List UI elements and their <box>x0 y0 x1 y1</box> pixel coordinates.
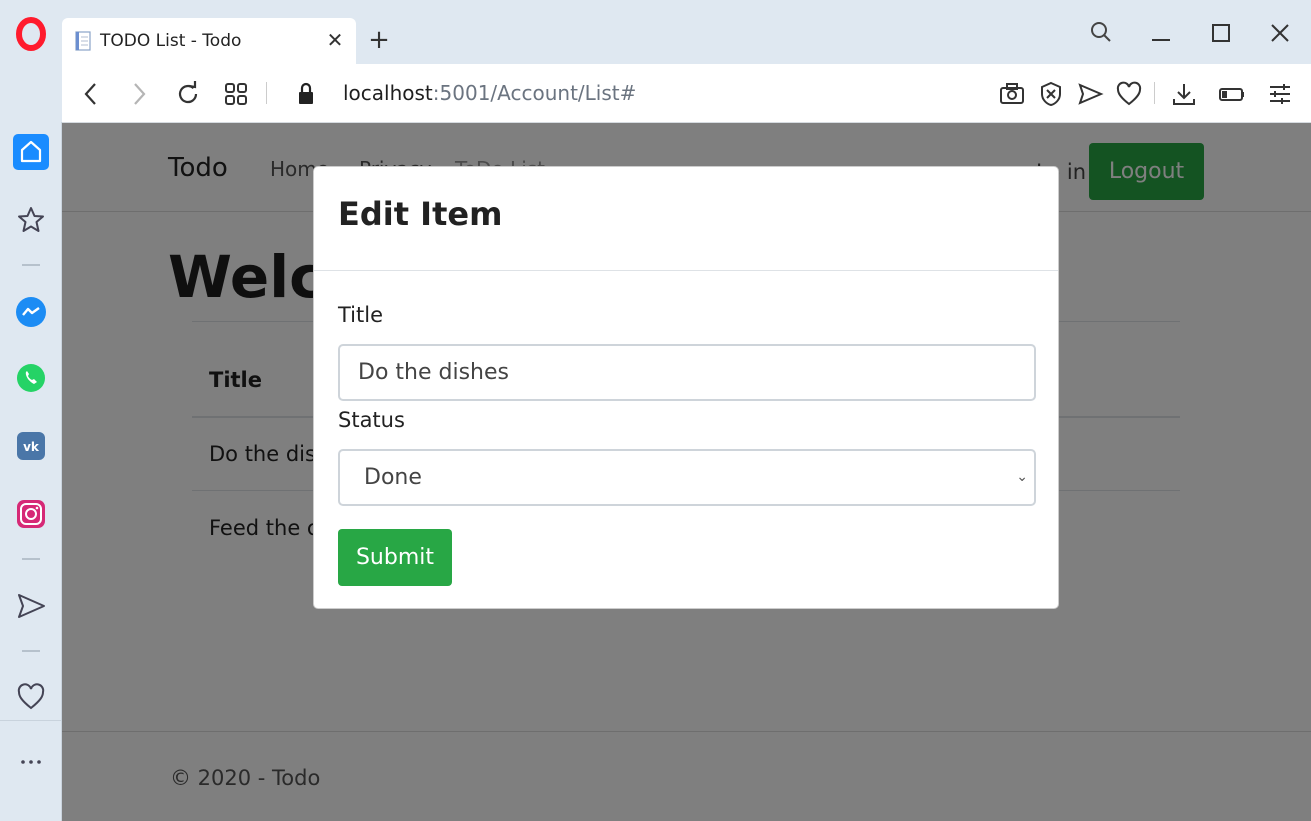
page-icon <box>75 31 91 51</box>
minimize-icon[interactable] <box>1144 16 1178 50</box>
address-toolbar: localhost:5001/Account/List# <box>62 64 1311 123</box>
easy-setup-icon[interactable] <box>1265 79 1295 109</box>
reload-icon[interactable] <box>173 79 203 109</box>
toolbar-divider <box>1154 82 1155 104</box>
tab-close-icon[interactable]: ✕ <box>324 28 346 52</box>
title-input[interactable]: Do the dishes <box>338 344 1036 401</box>
browser-tab[interactable]: TODO List - Todo ✕ <box>62 18 356 64</box>
toolbar-divider <box>266 82 267 104</box>
sidebar-divider <box>22 650 40 652</box>
heart-icon[interactable] <box>1114 79 1144 109</box>
messenger-icon[interactable] <box>13 294 49 330</box>
status-selected-value: Done <box>364 465 422 490</box>
tab-title: TODO List - Todo <box>100 31 242 51</box>
opera-logo-icon[interactable] <box>14 17 48 51</box>
battery-saver-icon[interactable] <box>1217 79 1247 109</box>
adblock-shield-icon[interactable] <box>1036 79 1066 109</box>
edit-item-modal: Edit Item Title Do the dishes Status Don… <box>313 166 1059 609</box>
more-icon[interactable] <box>13 744 49 780</box>
url-host: localhost <box>343 81 433 105</box>
opera-sidebar: vk <box>0 122 62 821</box>
sidebar-divider <box>0 720 61 721</box>
send-icon[interactable] <box>1075 79 1105 109</box>
maximize-icon[interactable] <box>1204 16 1238 50</box>
send-icon[interactable] <box>13 588 49 624</box>
chevron-down-icon: ⌄ <box>1016 469 1028 485</box>
new-tab-icon[interactable]: + <box>366 26 392 54</box>
snapshot-icon[interactable] <box>997 79 1027 109</box>
heart-icon[interactable] <box>13 679 49 715</box>
url-field[interactable]: localhost:5001/Account/List# <box>343 81 636 105</box>
star-icon[interactable] <box>13 202 49 238</box>
status-label: Status <box>338 408 405 432</box>
search-icon[interactable] <box>1084 16 1118 50</box>
sidebar-divider <box>22 558 40 560</box>
vk-icon[interactable]: vk <box>13 428 49 464</box>
lock-icon[interactable] <box>291 79 321 109</box>
submit-button[interactable]: Submit <box>338 529 452 586</box>
svg-text:vk: vk <box>23 440 40 454</box>
home-icon[interactable] <box>13 134 49 170</box>
speed-dial-icon[interactable] <box>221 79 251 109</box>
whatsapp-icon[interactable] <box>13 360 49 396</box>
status-select[interactable]: Done ⌄ <box>338 449 1036 506</box>
modal-header: Edit Item <box>314 167 1058 271</box>
browser-titlebar: TODO List - Todo ✕ + <box>0 0 1311 64</box>
title-label: Title <box>338 303 384 327</box>
forward-icon[interactable] <box>124 79 154 109</box>
back-icon[interactable] <box>76 79 106 109</box>
sidebar-divider <box>22 264 40 266</box>
download-icon[interactable] <box>1169 79 1199 109</box>
modal-title: Edit Item <box>338 195 503 233</box>
url-path: :5001/Account/List# <box>432 81 637 105</box>
window-close-icon[interactable] <box>1263 16 1297 50</box>
web-page: Todo Home Privacy ToDo List Lo in Logout… <box>62 123 1311 821</box>
instagram-icon[interactable] <box>13 496 49 532</box>
